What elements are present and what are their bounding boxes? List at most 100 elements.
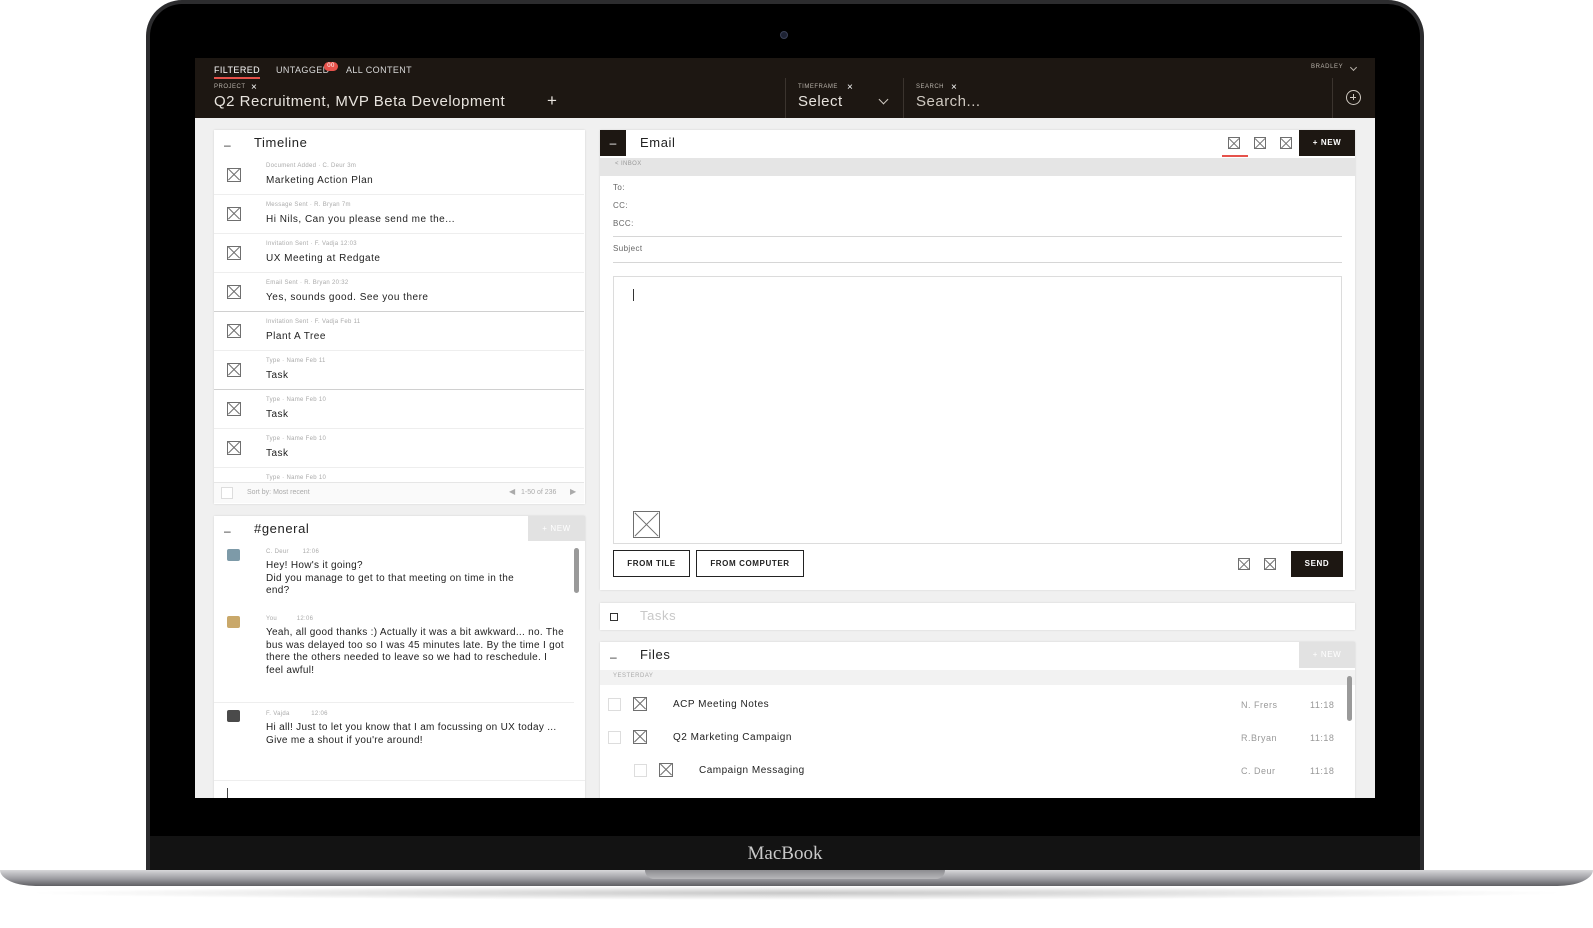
message-meta: You 12:06	[266, 616, 313, 622]
tab-filtered[interactable]: FILTERED	[214, 65, 261, 79]
divider	[785, 78, 786, 118]
avatar	[227, 549, 240, 561]
file-name: Campaign Messaging	[699, 765, 805, 776]
email-body-input[interactable]	[613, 276, 1342, 544]
add-project-icon[interactable]: +	[547, 91, 557, 111]
collapse-icon[interactable]: –	[224, 524, 231, 538]
chevron-down-icon[interactable]	[1349, 63, 1358, 72]
sort-dropdown[interactable]: Sort by: Most recent	[247, 489, 310, 496]
timeline-item-text: Task	[266, 370, 289, 381]
email-panel: – Email + NEW < INBOX To: CC: BCC: Subje…	[600, 130, 1355, 590]
search-input[interactable]: Search...	[916, 93, 981, 110]
timeframe-select[interactable]: Select	[798, 93, 843, 110]
search-clear-icon[interactable]: ×	[951, 83, 957, 93]
panel-title: Timeline	[254, 135, 308, 150]
timeline-item[interactable]: Type · Name Feb 11 Task	[214, 351, 584, 390]
expand-icon[interactable]	[610, 613, 618, 621]
timeline-item[interactable]: Document Added · C. Deur 3m Marketing Ac…	[214, 156, 584, 195]
message-time: 12:06	[311, 711, 328, 717]
tab-all-content[interactable]: ALL CONTENT	[346, 65, 412, 75]
send-button[interactable]: SEND	[1291, 551, 1343, 577]
timeline-item[interactable]: Message Sent · R. Bryan 7m Hi Nils, Can …	[214, 195, 584, 234]
email-icon	[227, 285, 241, 299]
timeline-item[interactable]: Invitation Sent · F. Vadja Feb 11 Plant …	[214, 312, 584, 351]
divider	[214, 702, 574, 703]
collapse-icon[interactable]: –	[600, 130, 626, 156]
timeline-item-text: Hi Nils, Can you please send me the...	[266, 214, 456, 225]
row-checkbox[interactable]	[608, 698, 621, 711]
folder-icon	[633, 730, 647, 744]
invitation-icon	[227, 246, 241, 260]
divider	[613, 262, 1342, 263]
file-owner: N. Frers	[1241, 700, 1278, 710]
laptop-notch	[645, 870, 945, 879]
files-scrollbar[interactable]	[1347, 676, 1352, 721]
bcc-field[interactable]: BCC:	[613, 219, 634, 228]
timeline-item-meta: Type · Name Feb 10	[266, 436, 327, 442]
cc-field[interactable]: CC:	[613, 201, 628, 210]
from-tile-button[interactable]: FROM TILE	[613, 550, 690, 577]
timeline-item[interactable]: Email Sent · R. Bryan 20:32 Yes, sounds …	[214, 273, 584, 312]
timeline-item-text: UX Meeting at Redgate	[266, 253, 381, 264]
chat-input-cursor[interactable]	[227, 788, 228, 798]
select-all-checkbox[interactable]	[221, 487, 233, 499]
file-icon	[659, 763, 673, 777]
subject-field[interactable]: Subject	[613, 244, 642, 253]
task-icon	[227, 441, 241, 455]
message-body: Hey! How's it going? Did you manage to g…	[266, 560, 514, 596]
laptop-shadow	[20, 886, 1573, 900]
to-field[interactable]: To:	[613, 183, 625, 192]
file-row[interactable]: ACP Meeting Notes N. Frers 11:18	[600, 688, 1355, 721]
from-computer-button[interactable]: FROM COMPUTER	[696, 550, 804, 577]
message-icon	[227, 207, 241, 221]
file-row[interactable]: Q2 Marketing Campaign R.Bryan 11:18	[600, 721, 1355, 754]
timeline-item-meta: Invitation Sent · F. Vadja 12:03	[266, 241, 357, 247]
attachment-icon[interactable]	[633, 511, 660, 538]
collapse-icon[interactable]: –	[610, 650, 617, 664]
timeline-item-text: Marketing Action Plan	[266, 175, 374, 186]
timeline-item-meta: Message Sent · R. Bryan 7m	[266, 202, 351, 208]
drafts-icon[interactable]	[1280, 137, 1292, 149]
new-file-button[interactable]: + NEW	[1299, 642, 1355, 668]
timeframe-clear-icon[interactable]: ×	[847, 83, 853, 93]
chevron-down-icon[interactable]	[878, 94, 889, 105]
divider	[1332, 78, 1333, 118]
timeline-item-text: Task	[266, 448, 289, 459]
row-checkbox[interactable]	[634, 764, 647, 777]
format-icon[interactable]	[1238, 558, 1250, 570]
row-checkbox[interactable]	[608, 731, 621, 744]
add-circle-icon[interactable]	[1346, 90, 1361, 105]
new-message-button[interactable]: + NEW	[528, 516, 585, 541]
timeline-item[interactable]: Type · Name Feb 10	[214, 468, 584, 482]
user-menu[interactable]: BRADLEY	[1311, 64, 1343, 70]
file-time: 11:18	[1310, 733, 1335, 743]
prev-page-icon[interactable]: ◀	[509, 487, 515, 496]
timeline-item-meta: Type · Name Feb 11	[266, 358, 326, 364]
new-email-button[interactable]: + NEW	[1299, 130, 1355, 156]
timeline-panel: – Timeline Document Added · C. Deur 3m M…	[214, 130, 585, 504]
timeline-item[interactable]: Type · Name Feb 10 Task	[214, 429, 584, 468]
file-row[interactable]: Campaign Messaging C. Deur 11:18	[600, 754, 1355, 787]
timeline-item-text: Task	[266, 409, 289, 420]
collapse-icon[interactable]: –	[224, 138, 231, 152]
inbox-icon[interactable]	[1228, 137, 1240, 149]
message-meta: C. Deur 12:06	[266, 549, 319, 555]
chat-scrollbar[interactable]	[574, 548, 579, 593]
active-indicator	[1222, 155, 1248, 157]
tab-untagged[interactable]: UNTAGGED	[276, 65, 330, 75]
timeline-item-text: Yes, sounds good. See you there	[266, 292, 429, 303]
timeline-item[interactable]: Invitation Sent · F. Vadja 12:03 UX Meet…	[214, 234, 584, 273]
message-body: Hi all! Just to let you know that I am f…	[266, 722, 557, 746]
next-page-icon[interactable]: ▶	[570, 487, 576, 496]
timeline-item-meta: Invitation Sent · F. Vadja Feb 11	[266, 319, 361, 325]
timeline-item[interactable]: Type · Name Feb 10 Task	[214, 390, 584, 429]
project-filter-value[interactable]: Q2 Recruitment, MVP Beta Development	[214, 93, 505, 110]
schedule-icon[interactable]	[1264, 558, 1276, 570]
panel-title[interactable]: Tasks	[640, 608, 676, 623]
sent-icon[interactable]	[1254, 137, 1266, 149]
project-filter-label: PROJECT	[214, 84, 246, 90]
project-clear-icon[interactable]: ×	[251, 83, 257, 93]
inbox-breadcrumb[interactable]: < INBOX	[600, 158, 1355, 176]
untagged-count-badge: 00	[324, 62, 338, 71]
invitation-icon	[227, 324, 241, 338]
